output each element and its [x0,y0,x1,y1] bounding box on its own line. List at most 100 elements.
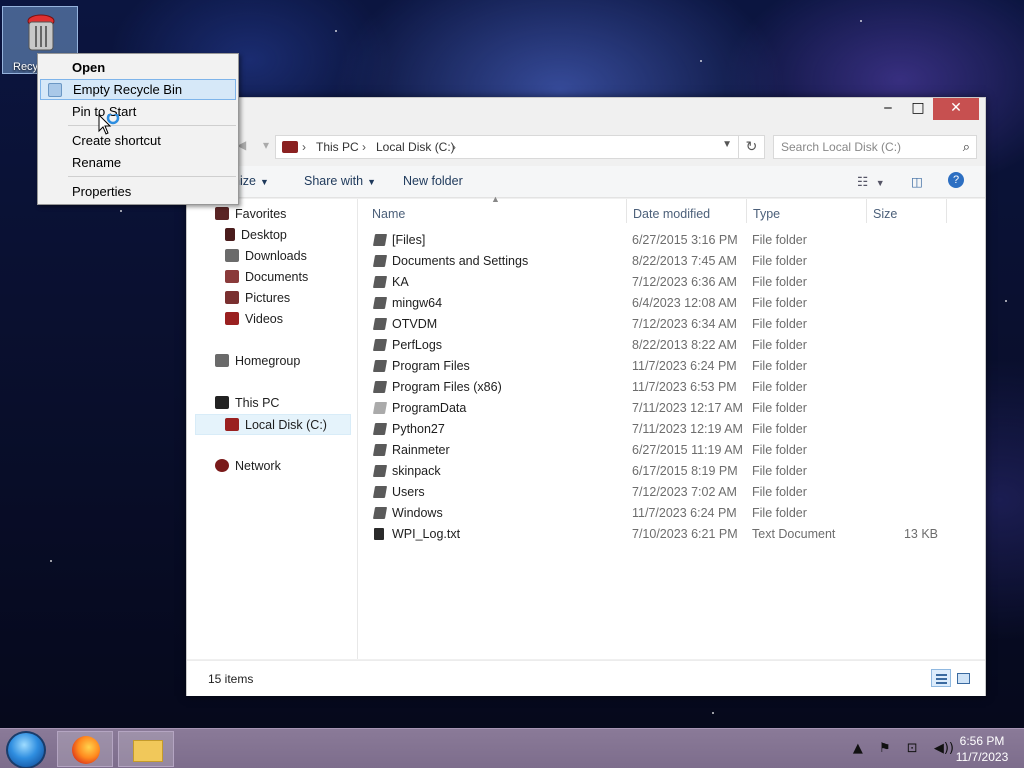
column-header-name[interactable]: Name [372,204,405,224]
menu-separator [68,176,236,177]
large-icons-view-button[interactable] [953,669,973,687]
search-icon: ⌕ [962,139,970,154]
navigation-pane: Favorites Desktop Downloads Documents Pi… [187,199,357,659]
close-button[interactable]: ✕ [933,98,979,120]
nav-downloads[interactable]: Downloads [225,246,307,267]
address-dropdown-icon[interactable]: ▼ [722,139,732,150]
preview-pane-icon[interactable]: ◫ [911,174,923,189]
nav-homegroup[interactable]: Homegroup [215,351,300,372]
menu-item-open[interactable]: Open [40,57,236,78]
column-header-date[interactable]: Date modified [633,204,710,224]
menu-item-empty-recycle-bin[interactable]: Empty Recycle Bin [40,79,236,100]
taskbar-firefox[interactable] [57,731,113,767]
menu-item-pin-to-start[interactable]: Pin to Start [40,101,236,122]
file-type: File folder [752,464,807,478]
computer-icon [215,396,229,409]
file-row[interactable]: KA 7/12/2023 6:36 AM File folder [366,272,946,293]
address-bar[interactable]: › This PC › Local Disk (C:) › ▼ [275,135,739,159]
new-folder-button[interactable]: New folder [403,174,463,188]
recycle-bin-label: Recy [13,61,39,73]
file-row[interactable]: PerfLogs 8/22/2013 8:22 AM File folder [366,335,946,356]
file-row[interactable]: [Files] 6/27/2015 3:16 PM File folder [366,230,946,251]
nav-desktop[interactable]: Desktop [225,225,287,246]
file-row[interactable]: ProgramData 7/11/2023 12:17 AM File folder [366,398,946,419]
file-date: 6/17/2015 8:19 PM [632,464,738,478]
nav-this-pc[interactable]: This PC [215,393,279,414]
file-name: Windows [392,506,443,520]
file-name: Program Files (x86) [392,380,502,394]
file-row[interactable]: Users 7/12/2023 7:02 AM File folder [366,482,946,503]
minimize-button[interactable]: ‒ [873,98,903,120]
file-row[interactable]: WPI_Log.txt 7/10/2023 6:21 PM Text Documen… [366,524,946,545]
column-divider[interactable] [746,199,747,223]
flag-icon[interactable]: ⚑ [879,741,891,756]
text-file-icon [374,528,384,540]
taskbar-file-explorer[interactable] [118,731,174,767]
folder-icon [372,423,388,435]
breadcrumb-local-disk[interactable]: Local Disk (C:) [376,140,455,154]
column-divider[interactable] [866,199,867,223]
file-date: 6/27/2015 3:16 PM [632,233,738,247]
file-name: mingw64 [392,296,443,310]
taskbar: ▲ ⚑ ⊡ ◀)) 6:56 PM 11/7/2023 [0,728,1024,768]
show-hidden-icons-icon[interactable]: ▲ [853,741,863,756]
videos-icon [225,312,239,325]
folder-icon [372,360,388,372]
column-header-size[interactable]: Size [873,204,897,224]
file-list: ▲ Name Date modified Type Size [Files] 6/… [358,194,985,659]
computer-icon [282,141,298,153]
file-type: File folder [752,359,807,373]
volume-icon[interactable]: ◀)) [934,741,954,756]
breadcrumb-this-pc[interactable]: This PC [316,140,359,154]
column-header-type[interactable]: Type [753,204,780,224]
nav-videos[interactable]: Videos [225,309,283,330]
view-options-icon[interactable]: ☷ ▼ [857,174,885,189]
file-row[interactable]: Documents and Settings 8/22/2013 7:45 AM F… [366,251,946,272]
menu-separator [68,125,236,126]
file-row[interactable]: mingw64 6/4/2023 12:08 AM File folder [366,293,946,314]
file-row[interactable]: OTVDM 7/12/2023 6:34 AM File folder [366,314,946,335]
file-name: OTVDM [392,317,438,331]
details-view-button[interactable] [931,669,951,687]
refresh-button[interactable]: ↻ [739,135,765,159]
menu-item-properties[interactable]: Properties [40,181,236,202]
network-icon[interactable]: ⊡ [907,741,918,756]
column-divider[interactable] [626,199,627,223]
file-row[interactable]: skinpack 6/17/2015 8:19 PM File folder [366,461,946,482]
nav-favorites[interactable]: Favorites [215,204,286,225]
search-input[interactable]: Search Local Disk (C:) ⌕ [773,135,977,159]
start-button[interactable] [6,731,46,768]
file-row[interactable]: Windows 11/7/2023 6:24 PM File folder [366,503,946,524]
maximize-button[interactable]: □ [903,98,933,120]
share-with-button[interactable]: Share with ▼ [304,174,376,188]
star-icon [215,207,229,220]
sort-ascending-icon: ▲ [491,194,500,204]
file-row[interactable]: Python27 7/11/2023 12:19 AM File folder [366,419,946,440]
file-date: 8/22/2013 8:22 AM [632,338,737,352]
help-icon[interactable]: ? [948,172,964,188]
clock[interactable]: 6:56 PM 11/7/2023 [954,733,1010,765]
nav-local-disk[interactable]: Local Disk (C:) [195,414,351,435]
title-bar[interactable]: ‒ □ ✕ [187,98,985,128]
nav-documents[interactable]: Documents [225,267,308,288]
file-date: 8/22/2013 7:45 AM [632,254,737,268]
network-icon [215,459,229,472]
file-date: 6/4/2023 12:08 AM [632,296,737,310]
menu-item-create-shortcut[interactable]: Create shortcut [40,130,236,151]
nav-network[interactable]: Network [215,456,281,477]
recent-dropdown-icon[interactable]: ▾ [263,138,269,152]
column-divider[interactable] [946,199,947,223]
search-placeholder: Search Local Disk (C:) [781,140,902,154]
file-name: Users [392,485,425,499]
file-type: File folder [752,338,807,352]
recycle-bin-icon [27,14,55,51]
folder-icon [372,486,388,498]
drive-icon [225,418,239,431]
menu-item-rename[interactable]: Rename [40,152,236,173]
folder-icon [372,297,388,309]
nav-pictures[interactable]: Pictures [225,288,290,309]
file-row[interactable]: Rainmeter 6/27/2015 11:19 AM File folder [366,440,946,461]
file-row[interactable]: Program Files 11/7/2023 6:24 PM File folde… [366,356,946,377]
file-date: 7/12/2023 6:36 AM [632,275,737,289]
file-row[interactable]: Program Files (x86) 11/7/2023 6:53 PM File… [366,377,946,398]
